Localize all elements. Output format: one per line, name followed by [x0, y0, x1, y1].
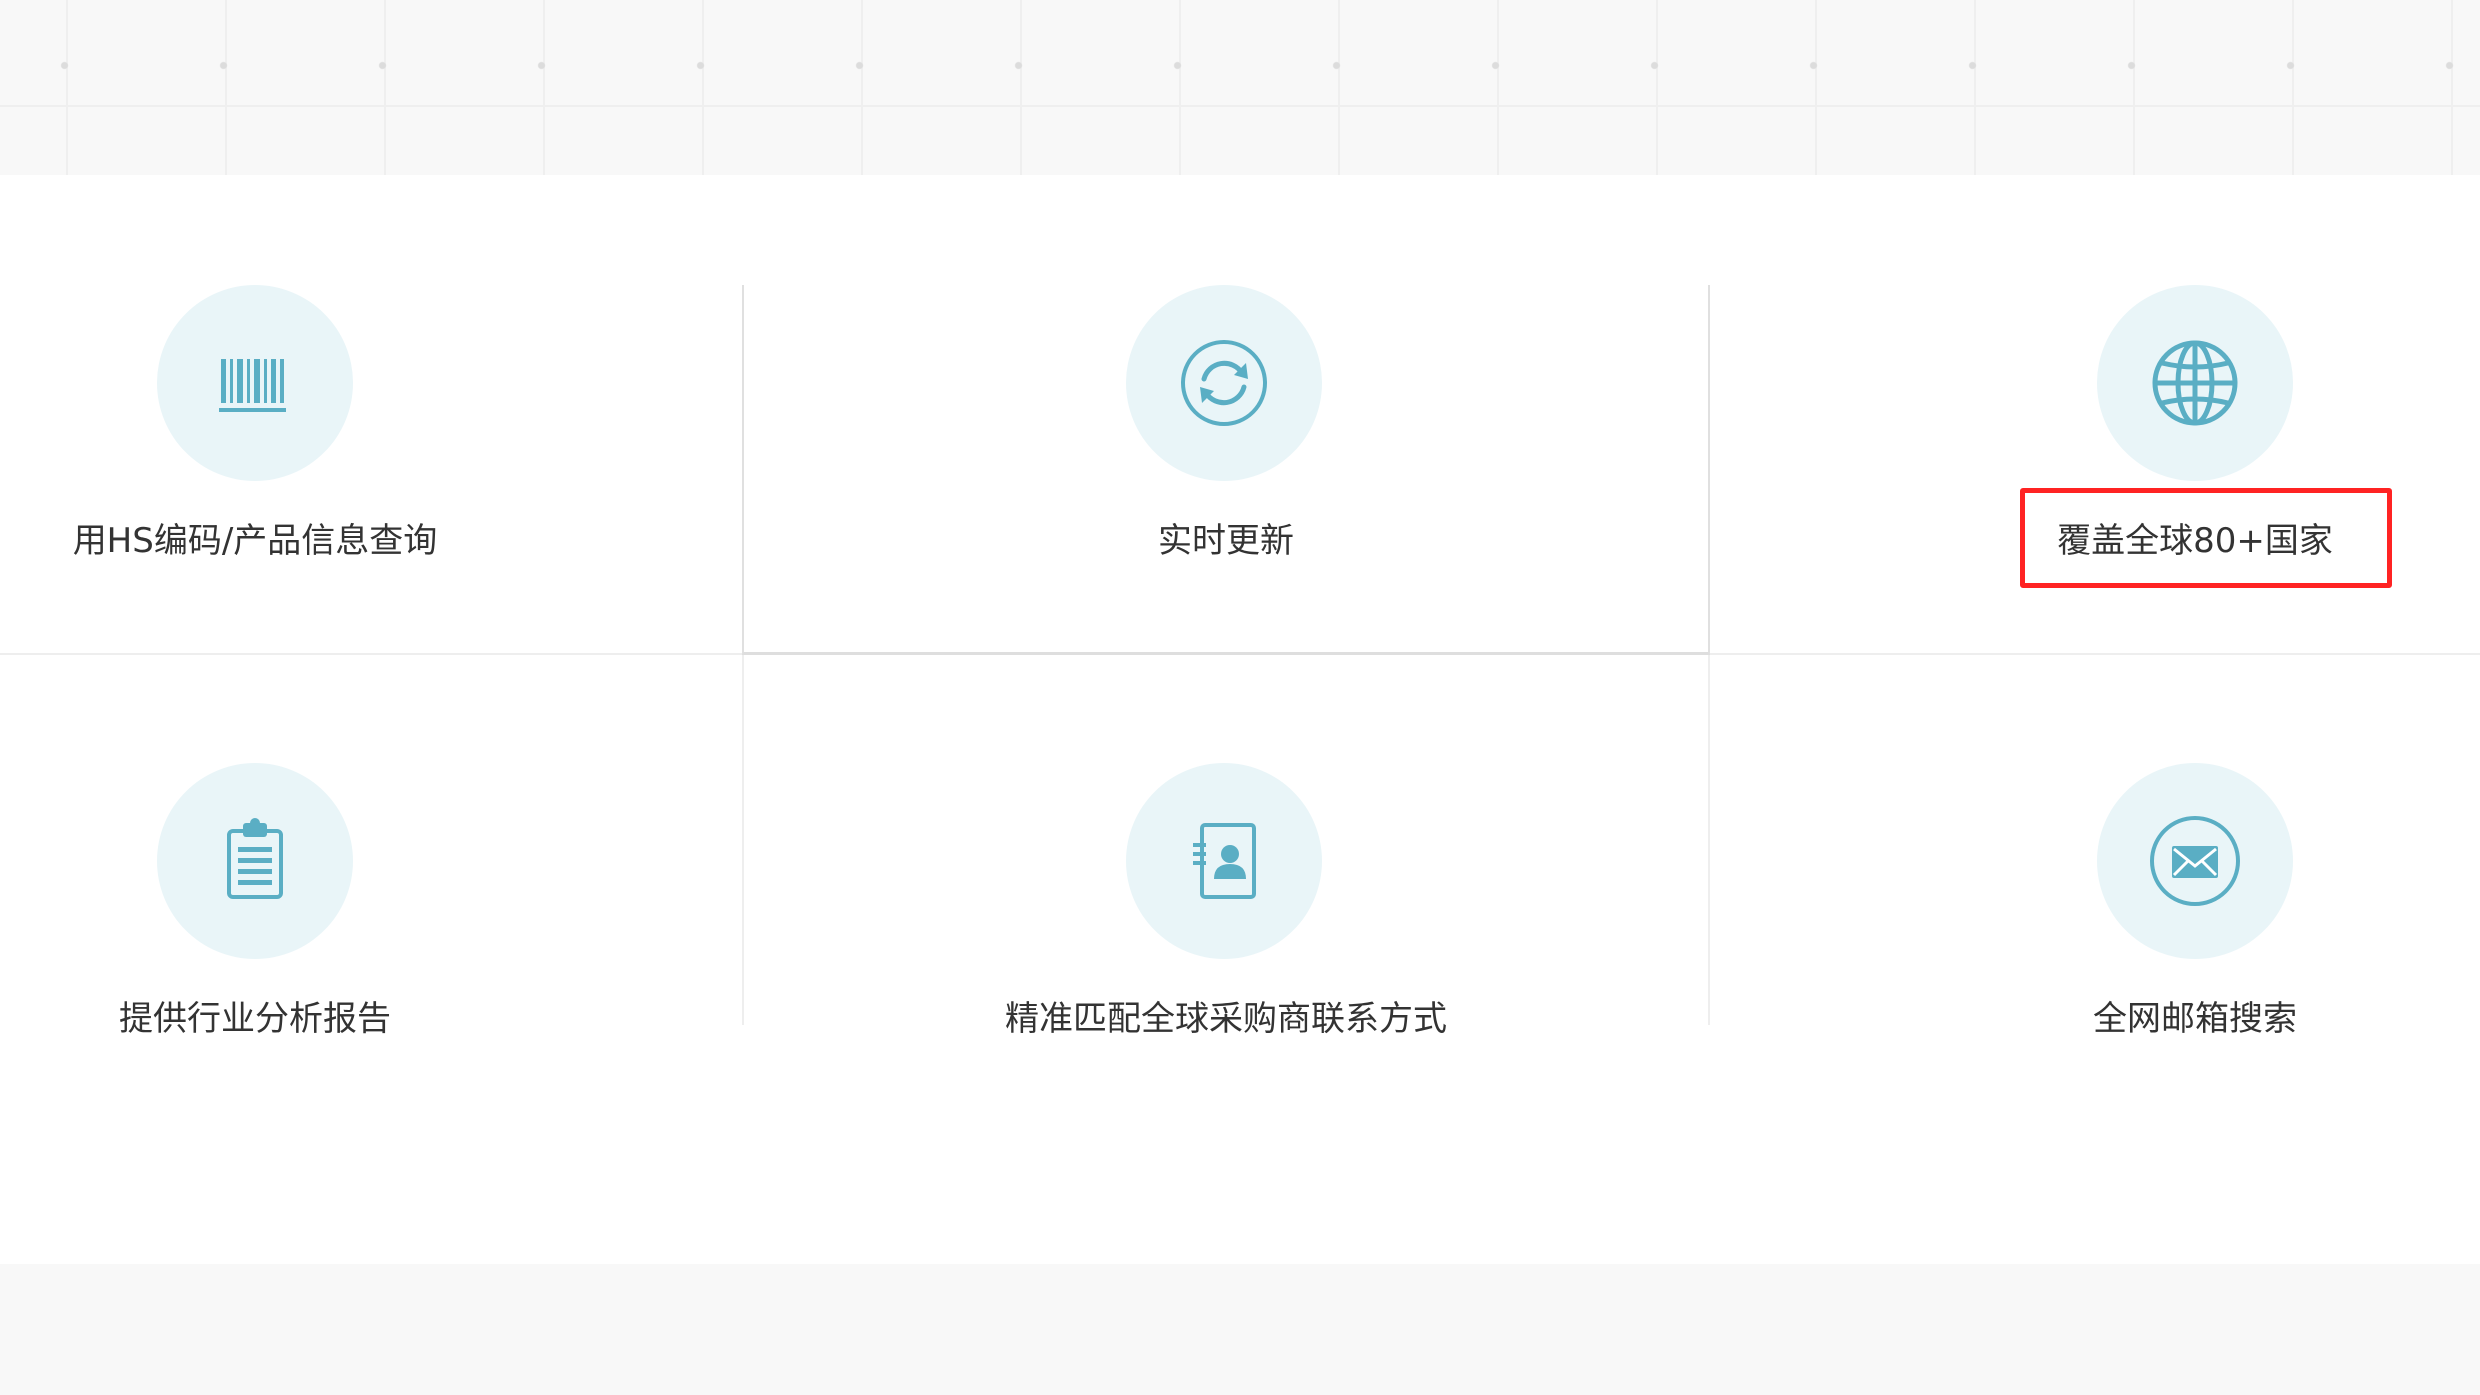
- feature-icon-circle: [1126, 763, 1322, 959]
- refresh-icon: [1181, 340, 1267, 426]
- contact-book-icon: [1193, 823, 1256, 899]
- envelope-icon: [2150, 816, 2240, 906]
- feature-label: 实时更新: [1158, 521, 1294, 561]
- feature-icon-circle: [2097, 285, 2293, 481]
- clipboard-report-icon: [227, 818, 283, 899]
- feature-icon-circle: [157, 285, 353, 481]
- top-decorative-band: [0, 0, 2480, 175]
- globe-icon: [2152, 340, 2238, 426]
- barcode-icon: [219, 359, 286, 412]
- feature-label: 提供行业分析报告: [119, 999, 391, 1039]
- feature-email-search[interactable]: 全网邮箱搜索: [1710, 763, 2480, 1133]
- feature-buyer-contact[interactable]: 精准匹配全球采购商联系方式: [744, 763, 1708, 1133]
- feature-realtime-update[interactable]: 实时更新: [744, 285, 1708, 655]
- feature-grid: 用HS编码/产品信息查询 实时更新 覆盖全球80+国家 提供行业分析报告 精准匹…: [0, 285, 2480, 1039]
- feature-icon-circle: [2097, 763, 2293, 959]
- feature-industry-report[interactable]: 提供行业分析报告: [0, 763, 510, 1133]
- feature-label: 精准匹配全球采购商联系方式: [1005, 999, 1447, 1039]
- annotation-highlight-box: [2020, 488, 2392, 588]
- feature-icon-circle: [1126, 285, 1322, 481]
- feature-label: 全网邮箱搜索: [2093, 999, 2297, 1039]
- feature-label: 用HS编码/产品信息查询: [72, 521, 438, 561]
- feature-hs-code-query[interactable]: 用HS编码/产品信息查询: [0, 285, 510, 655]
- feature-global-coverage[interactable]: 覆盖全球80+国家: [1710, 285, 2480, 655]
- bottom-decorative-band: [0, 1264, 2480, 1395]
- feature-icon-circle: [157, 763, 353, 959]
